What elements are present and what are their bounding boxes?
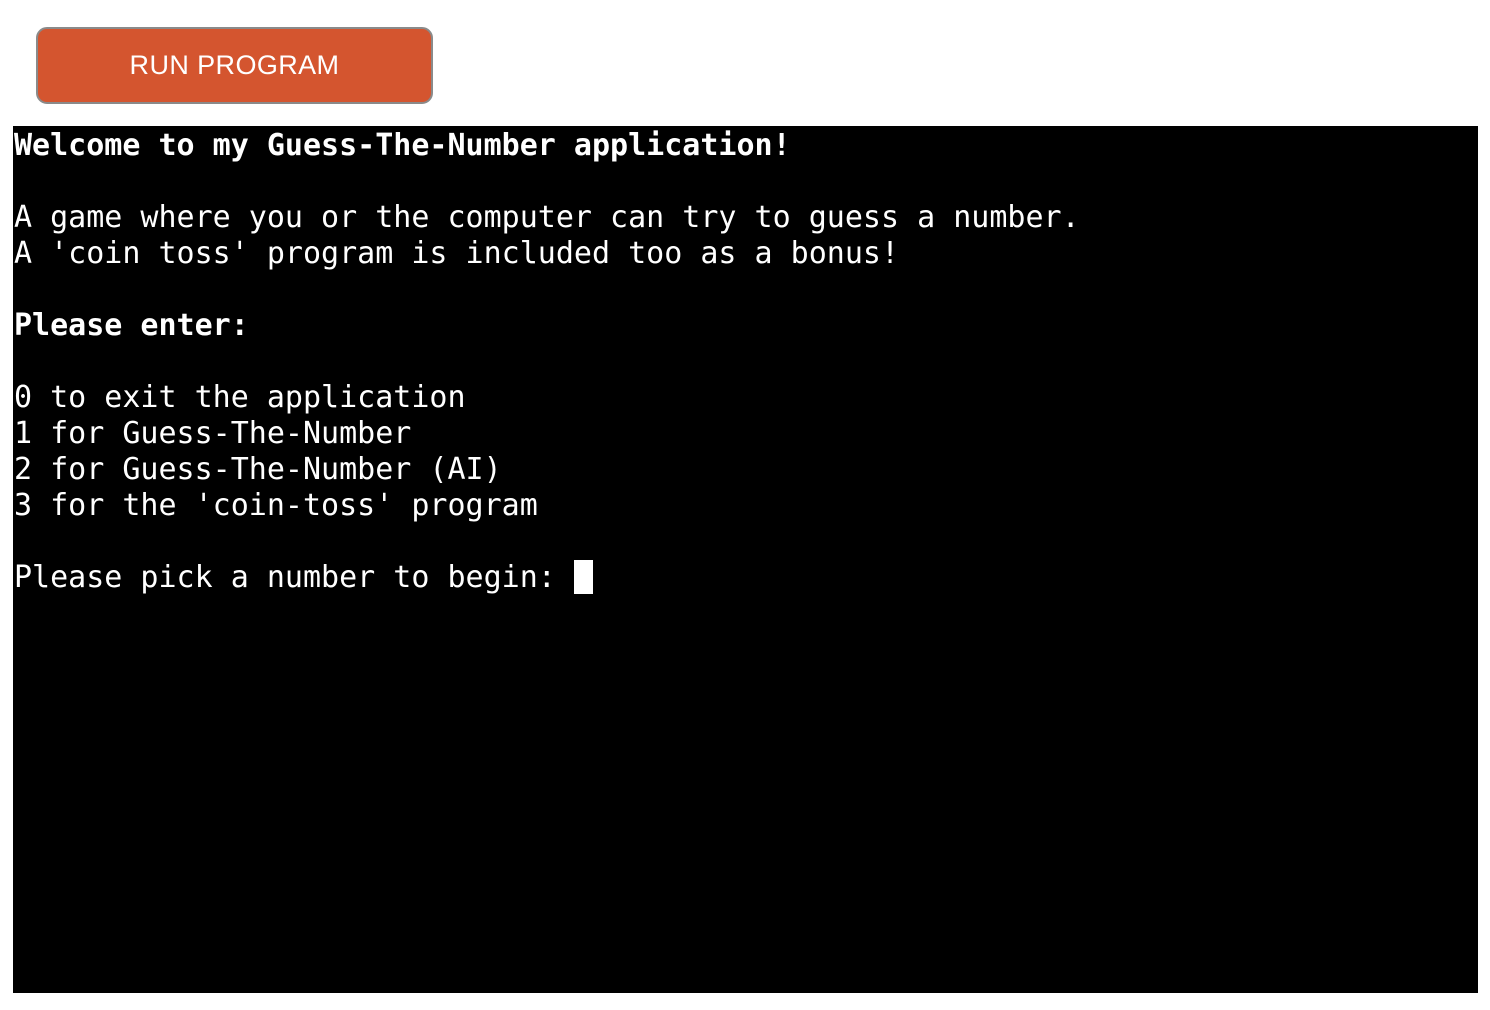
terminal-line: 3 for the 'coin-toss' program [14, 488, 1478, 524]
terminal-console[interactable]: Welcome to my Guess-The-Number applicati… [13, 126, 1478, 993]
terminal-line: Welcome to my Guess-The-Number applicati… [14, 128, 1478, 164]
terminal-line-text: 1 for Guess-The-Number [14, 416, 412, 451]
run-program-button[interactable]: RUN PROGRAM [36, 27, 433, 104]
terminal-line-text: A game where you or the computer can try… [14, 200, 1080, 235]
application-window: RUN PROGRAM Welcome to my Guess-The-Numb… [0, 0, 1490, 1010]
terminal-line-text: Welcome to my Guess-The-Number applicati… [14, 128, 791, 163]
terminal-output: Welcome to my Guess-The-Number applicati… [14, 128, 1478, 596]
terminal-line-text: 3 for the 'coin-toss' program [14, 488, 538, 523]
terminal-line: A game where you or the computer can try… [14, 200, 1478, 236]
terminal-line-text: Please pick a number to begin: [14, 560, 574, 595]
terminal-line-text: A 'coin toss' program is included too as… [14, 236, 900, 271]
terminal-line: Please pick a number to begin: [14, 560, 1478, 596]
terminal-line: Please enter: [14, 308, 1478, 344]
terminal-line: 2 for Guess-The-Number (AI) [14, 452, 1478, 488]
terminal-line: A 'coin toss' program is included too as… [14, 236, 1478, 272]
terminal-line: 0 to exit the application [14, 380, 1478, 416]
terminal-cursor [573, 560, 593, 594]
terminal-line-text: 2 for Guess-The-Number (AI) [14, 452, 502, 487]
terminal-line-text: 0 to exit the application [14, 380, 466, 415]
terminal-line: 1 for Guess-The-Number [14, 416, 1478, 452]
terminal-line-text: Please enter: [14, 308, 249, 343]
